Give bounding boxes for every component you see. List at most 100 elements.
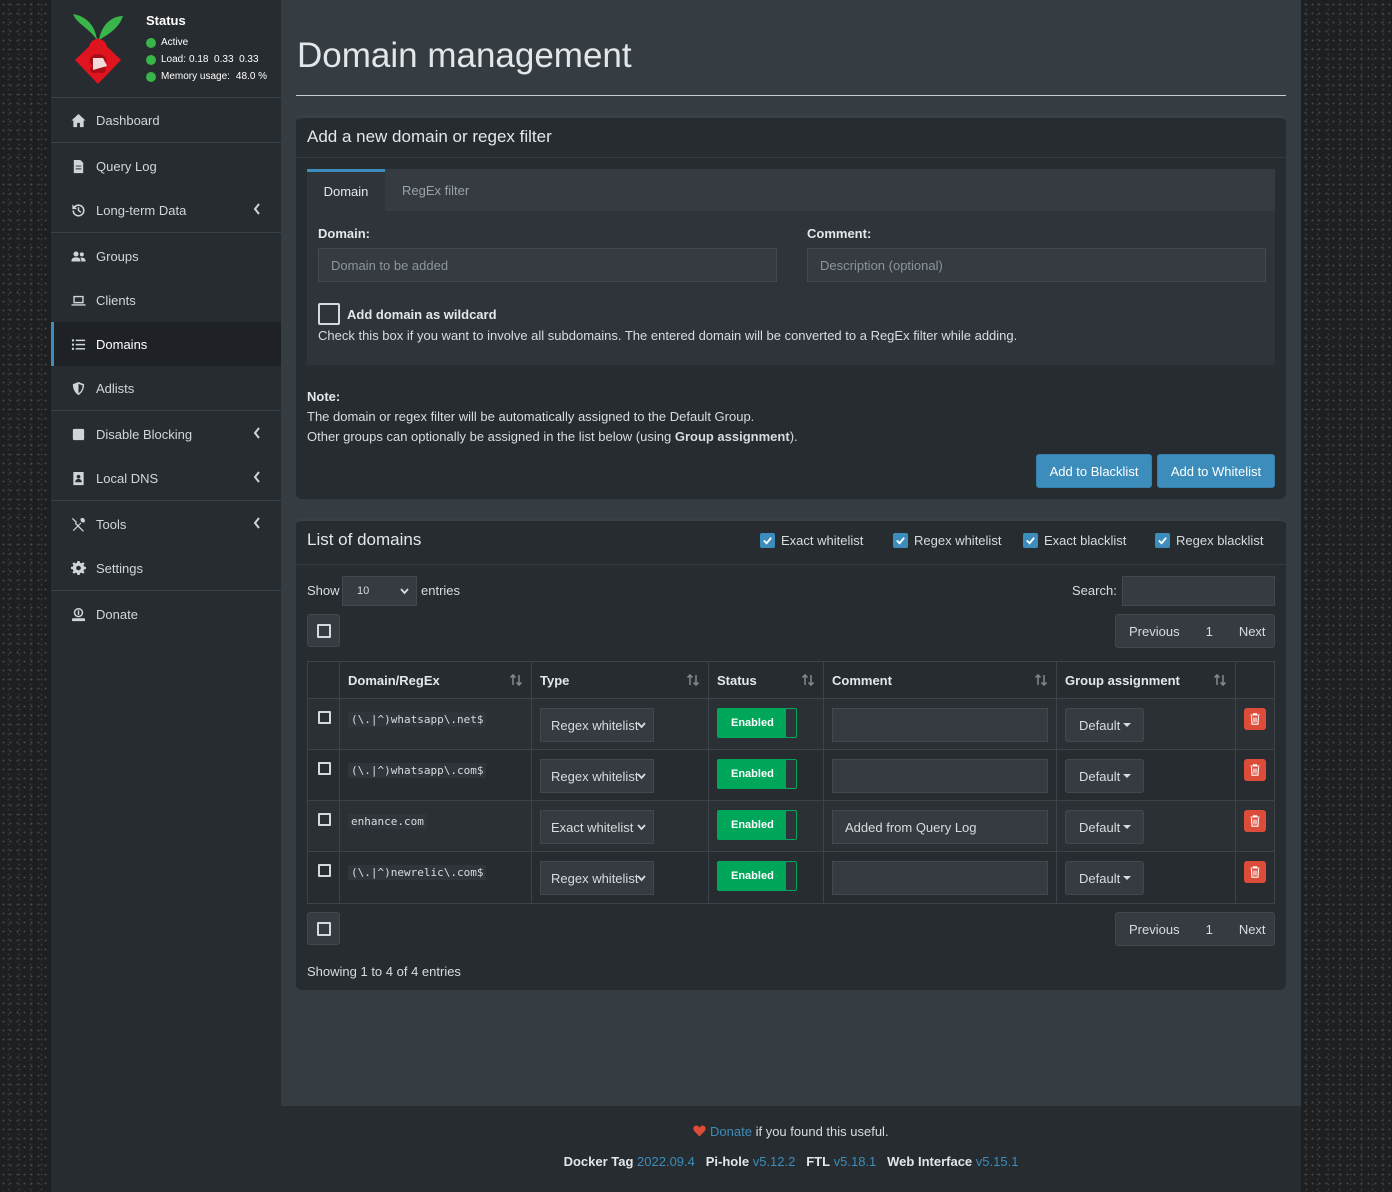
sidebar-item-label: Local DNS [96,470,159,486]
tab-regex-filter[interactable]: RegEx filter [402,169,469,211]
pagination-next[interactable]: Next [1226,624,1279,639]
toggle-knob [786,760,796,788]
type-select[interactable]: Regex whitelist [540,861,654,895]
comment-input[interactable]: Description (optional) [807,248,1266,282]
select-all-button-bottom[interactable] [307,912,340,945]
sidebar-item-adlists[interactable]: Adlists [51,366,281,410]
delete-button[interactable] [1244,861,1266,883]
page-title: Domain management [297,36,632,75]
entries-select-value: 10 [357,585,370,597]
status-panel: Status Active Load: 0.18 0.33 0.33 Memor… [51,0,281,98]
pagination-page[interactable]: 1 [1193,624,1226,639]
docker-tag-value[interactable]: 2022.09.4 [637,1154,695,1169]
domain-value: (\.|^)whatsapp\.com$ [348,763,487,778]
header-comment[interactable]: Comment [824,662,1057,699]
sidebar-item-query-log[interactable]: Query Log [51,144,281,188]
footer-donate-link[interactable]: Donate [710,1124,752,1139]
delete-button[interactable] [1244,810,1266,832]
group-cell: Default [1057,699,1236,750]
status-cell: Enabled [709,699,824,750]
group-dropdown-button[interactable]: Default [1065,861,1144,895]
group-dropdown-button[interactable]: Default [1065,810,1144,844]
pihole-version[interactable]: v5.12.2 [753,1154,796,1169]
web-interface-version[interactable]: v5.15.1 [976,1154,1019,1169]
type-select[interactable]: Exact whitelist [540,810,654,844]
type-cell: Regex whitelist [532,750,709,801]
filter-label: Exact blacklist [1044,533,1127,548]
domain-value: enhance.com [348,814,427,829]
pagination-previous[interactable]: Previous [1116,624,1193,639]
status-toggle[interactable]: Enabled [717,708,797,738]
row-checkbox[interactable] [318,864,331,877]
filter-regex-whitelist[interactable]: Regex whitelist [893,533,1001,548]
delete-button[interactable] [1244,708,1266,730]
ftl-version[interactable]: v5.18.1 [834,1154,877,1169]
header-status-label: Status [717,673,757,688]
sidebar-item-donate[interactable]: Donate [51,592,281,636]
comment-cell: Added from Query Log [824,801,1057,852]
sidebar-item-long-term-data[interactable]: Long-term Data [51,188,281,232]
status-toggle[interactable]: Enabled [717,861,797,891]
filter-exact-whitelist[interactable]: Exact whitelist [760,533,863,548]
table-header-row: Domain/RegEx Type Status Comment Group a… [308,662,1274,699]
caret-down-icon [1123,825,1132,829]
donate-icon [70,606,86,622]
entries-select[interactable]: 10 [342,576,417,606]
pihole-logo-icon[interactable] [69,10,127,88]
row-checkbox[interactable] [318,762,331,775]
trash-icon [1250,764,1260,776]
filter-label: Exact whitelist [781,533,864,548]
sidebar-item-label: Settings [96,560,143,576]
header-status[interactable]: Status [709,662,824,699]
table-row: (\.|^)whatsapp\.net$ Regex whitelist Ena… [308,699,1274,750]
tab-domain[interactable]: Domain [307,169,385,211]
status-active-dot-icon [146,37,156,48]
nav-divider [51,232,281,233]
row-checkbox[interactable] [318,711,331,724]
action-cell [1236,852,1274,903]
sidebar-item-settings[interactable]: Settings [51,546,281,590]
sidebar-item-local-dns[interactable]: Local DNS [51,456,281,500]
domain-input[interactable]: Domain to be added [318,248,777,282]
domain-list-box-title: List of domains [307,530,422,549]
filter-exact-blacklist[interactable]: Exact blacklist [1023,533,1126,548]
group-dropdown-button[interactable]: Default [1065,759,1144,793]
header-group-assignment[interactable]: Group assignment [1057,662,1236,699]
add-to-blacklist-button[interactable]: Add to Blacklist [1036,454,1152,488]
wildcard-checkbox[interactable] [318,303,340,325]
add-domain-box-title: Add a new domain or regex filter [307,127,552,146]
pagination-previous[interactable]: Previous [1116,922,1193,937]
row-comment-input[interactable]: Added from Query Log [832,810,1048,844]
group-dropdown-button[interactable]: Default [1065,708,1144,742]
search-input[interactable] [1122,576,1275,606]
row-comment-input[interactable] [832,861,1048,895]
table-info: Showing 1 to 4 of 4 entries [307,964,461,979]
add-domain-box: Add a new domain or regex filter Domain … [296,115,1286,499]
add-to-whitelist-button[interactable]: Add to Whitelist [1157,454,1275,488]
delete-button[interactable] [1244,759,1266,781]
filter-regex-blacklist[interactable]: Regex blacklist [1155,533,1263,548]
sidebar-item-domains[interactable]: Domains [51,322,281,366]
status-toggle[interactable]: Enabled [717,810,797,840]
laptop-icon [70,292,86,308]
sidebar-item-tools[interactable]: Tools [51,502,281,546]
header-type[interactable]: Type [532,662,709,699]
row-comment-input[interactable] [832,759,1048,793]
sidebar-item-disable-blocking[interactable]: Disable Blocking [51,412,281,456]
header-domain[interactable]: Domain/RegEx [340,662,532,699]
type-select[interactable]: Regex whitelist [540,708,654,742]
sidebar-item-clients[interactable]: Clients [51,278,281,322]
pagination-page[interactable]: 1 [1193,922,1226,937]
type-cell: Regex whitelist [532,852,709,903]
group-value: Default [1079,717,1121,733]
sidebar-item-groups[interactable]: Groups [51,234,281,278]
select-all-button-top[interactable] [307,614,340,647]
caret-down-icon [1123,774,1132,778]
sidebar-item-dashboard[interactable]: Dashboard [51,98,281,142]
row-checkbox[interactable] [318,813,331,826]
row-comment-input[interactable] [832,708,1048,742]
status-toggle[interactable]: Enabled [717,759,797,789]
group-cell: Default [1057,852,1236,903]
pagination-next[interactable]: Next [1226,922,1279,937]
type-select[interactable]: Regex whitelist [540,759,654,793]
